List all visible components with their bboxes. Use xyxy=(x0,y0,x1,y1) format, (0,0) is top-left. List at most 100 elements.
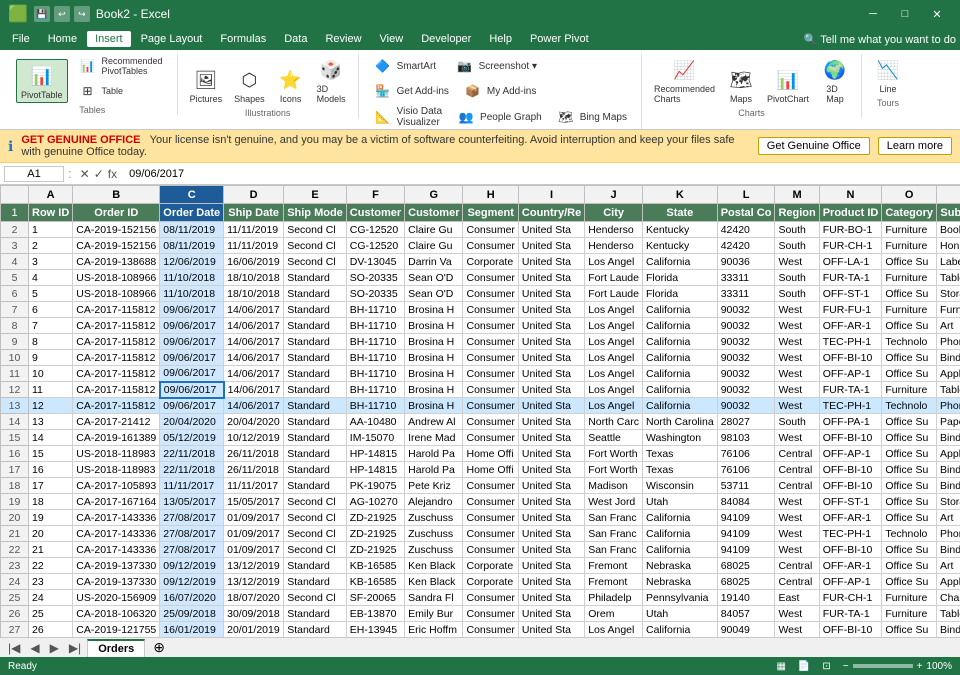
cell[interactable]: 01/09/2017 xyxy=(224,510,284,526)
cell[interactable]: Corporate xyxy=(463,254,518,270)
row-header-8[interactable]: 8 xyxy=(1,318,29,334)
cell[interactable]: OFF-AP-1 xyxy=(819,366,882,382)
cell[interactable]: California xyxy=(643,366,718,382)
cell[interactable]: Brosina H xyxy=(405,334,463,350)
cell[interactable]: California xyxy=(643,334,718,350)
cell[interactable]: 05/12/2019 xyxy=(160,430,224,446)
cell[interactable]: 18/07/2020 xyxy=(224,590,284,606)
pictures-button[interactable]: 🖼 Pictures xyxy=(186,64,227,106)
cell[interactable]: Office Su xyxy=(882,430,937,446)
cell[interactable]: Consumer xyxy=(463,318,518,334)
cell[interactable]: California xyxy=(643,510,718,526)
cell[interactable]: BH-11710 xyxy=(346,318,404,334)
cell[interactable]: Phones xyxy=(937,398,960,414)
cell[interactable]: Consumer xyxy=(463,414,518,430)
cell[interactable]: Wisconsin xyxy=(643,478,718,494)
cell[interactable]: Claire Gu xyxy=(405,238,463,254)
cell[interactable]: 26/11/2018 xyxy=(224,462,284,478)
cell[interactable]: CA-2019-152156 xyxy=(73,222,160,238)
cell[interactable]: Consumer xyxy=(463,510,518,526)
cell[interactable]: CA-2019-121755 xyxy=(73,622,160,638)
cell[interactable]: Consumer xyxy=(463,494,518,510)
cell[interactable]: 09/06/2017 xyxy=(160,350,224,366)
cell[interactable]: Art xyxy=(937,510,960,526)
cell[interactable]: 18 xyxy=(29,494,73,510)
cell[interactable]: Sean O'D xyxy=(405,286,463,302)
cell[interactable]: Utah xyxy=(643,606,718,622)
cell[interactable]: California xyxy=(643,254,718,270)
cell[interactable]: West xyxy=(775,382,819,398)
cell[interactable]: 25/09/2018 xyxy=(160,606,224,622)
cell[interactable]: Tables xyxy=(937,270,960,286)
undo-icon[interactable]: ↩ xyxy=(54,6,70,22)
cell[interactable]: Office Su xyxy=(882,286,937,302)
row-header-10[interactable]: 10 xyxy=(1,350,29,366)
cell[interactable]: Consumer xyxy=(463,382,518,398)
cell[interactable]: 68025 xyxy=(717,574,775,590)
cell[interactable]: Zuschuss xyxy=(405,542,463,558)
row-header-7[interactable]: 7 xyxy=(1,302,29,318)
cell[interactable]: Second Cl xyxy=(284,222,347,238)
cell[interactable]: CA-2017-143336 xyxy=(73,510,160,526)
cell[interactable]: Zuschuss xyxy=(405,526,463,542)
cell[interactable]: FUR-FU-1 xyxy=(819,302,882,318)
cell[interactable]: South xyxy=(775,238,819,254)
cell[interactable]: South xyxy=(775,414,819,430)
cell[interactable]: Binders xyxy=(937,430,960,446)
menu-review[interactable]: Review xyxy=(317,31,369,47)
cell[interactable]: Standard xyxy=(284,414,347,430)
cell[interactable]: California xyxy=(643,350,718,366)
cell[interactable]: 90049 xyxy=(717,622,775,638)
cell[interactable]: CA-2017-143336 xyxy=(73,526,160,542)
cell[interactable]: San Franc xyxy=(585,510,643,526)
cell[interactable]: 94109 xyxy=(717,526,775,542)
cell[interactable]: Furniture xyxy=(882,302,937,318)
tab-nav-prev[interactable]: ◀ xyxy=(26,641,43,655)
menu-file[interactable]: File xyxy=(4,31,38,47)
cell[interactable]: West xyxy=(775,622,819,638)
cell[interactable]: 90032 xyxy=(717,382,775,398)
cell[interactable]: Pennsylvania xyxy=(643,590,718,606)
cell[interactable]: Bookcase xyxy=(937,222,960,238)
row-header-24[interactable]: 24 xyxy=(1,574,29,590)
cell[interactable]: 28027 xyxy=(717,414,775,430)
col-header-g[interactable]: G xyxy=(405,186,463,204)
cell[interactable]: CA-2019-137330 xyxy=(73,558,160,574)
bing-maps-button[interactable]: 🗺 Bing Maps xyxy=(550,104,633,130)
cell[interactable]: Office Su xyxy=(882,254,937,270)
cell[interactable]: United Sta xyxy=(518,366,584,382)
cell[interactable]: 26 xyxy=(29,622,73,638)
cell[interactable]: Office Su xyxy=(882,318,937,334)
cell[interactable]: OFF-BI-10 xyxy=(819,430,882,446)
cell[interactable]: Darrin Va xyxy=(405,254,463,270)
cell[interactable]: Office Su xyxy=(882,446,937,462)
cell[interactable]: BH-11710 xyxy=(346,366,404,382)
cell[interactable]: United Sta xyxy=(518,318,584,334)
cell[interactable]: West xyxy=(775,334,819,350)
cell[interactable]: Texas xyxy=(643,462,718,478)
cell[interactable]: California xyxy=(643,398,718,414)
learn-more-button[interactable]: Learn more xyxy=(878,137,952,155)
cell[interactable]: FUR-CH-1 xyxy=(819,590,882,606)
cell[interactable]: California xyxy=(643,622,718,638)
cell[interactable]: Chairs xyxy=(937,590,960,606)
cell[interactable]: Consumer xyxy=(463,350,518,366)
cell[interactable]: 09/12/2019 xyxy=(160,558,224,574)
cell[interactable]: Standard xyxy=(284,270,347,286)
cell[interactable]: United Sta xyxy=(518,414,584,430)
cell[interactable]: Consumer xyxy=(463,238,518,254)
cell[interactable]: Office Su xyxy=(882,574,937,590)
cell[interactable]: United Sta xyxy=(518,574,584,590)
cell[interactable]: Art xyxy=(937,558,960,574)
header-segment[interactable]: Segment xyxy=(463,204,518,222)
cell[interactable]: United Sta xyxy=(518,286,584,302)
header-customer-id[interactable]: Customer xyxy=(346,204,404,222)
search-tell-me[interactable]: 🔍 Tell me what you want to do xyxy=(804,33,956,46)
cell[interactable]: Central xyxy=(775,574,819,590)
cell[interactable]: 11/11/2017 xyxy=(224,478,284,494)
row-header-13[interactable]: 13 xyxy=(1,398,29,414)
cell[interactable]: FUR-TA-1 xyxy=(819,382,882,398)
cell[interactable]: Brosina H xyxy=(405,318,463,334)
menu-help[interactable]: Help xyxy=(481,31,520,47)
header-postal[interactable]: Postal Co xyxy=(717,204,775,222)
